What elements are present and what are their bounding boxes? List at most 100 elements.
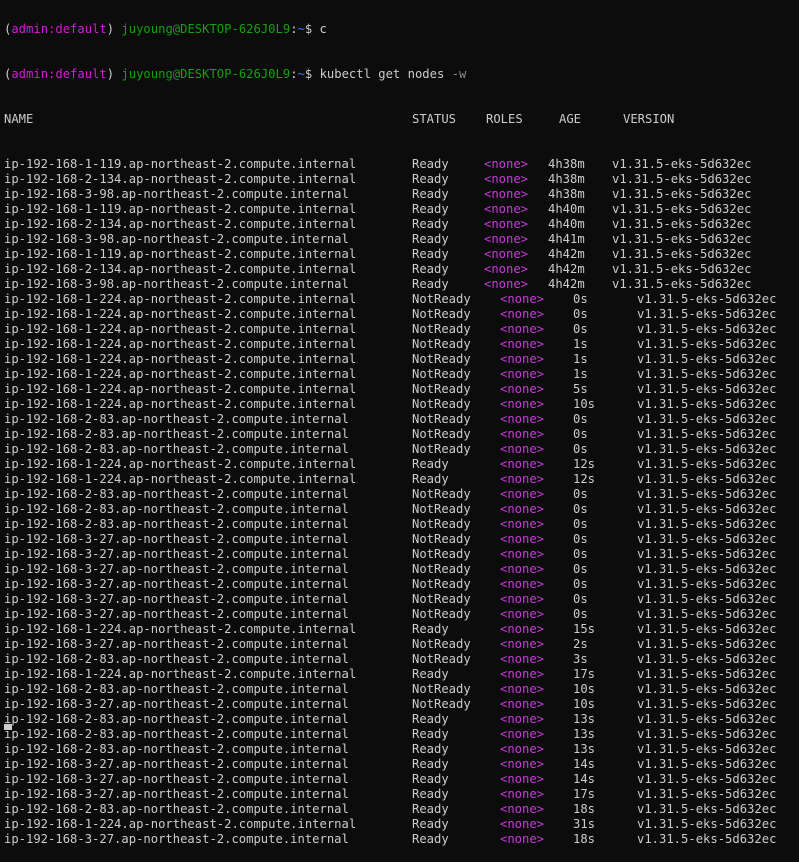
node-name-cell: ip-192-168-1-224.ap-northeast-2.compute.… <box>4 292 357 306</box>
node-roles-cell: <none> <box>500 367 545 381</box>
node-name-cell: ip-192-168-3-27.ap-northeast-2.compute.i… <box>4 562 349 576</box>
node-status-cell: Ready <box>412 832 449 846</box>
node-name-cell: ip-192-168-1-224.ap-northeast-2.compute.… <box>4 307 357 321</box>
prompt-user-host: juyoung@DESKTOP-626J0L9 <box>121 22 291 36</box>
node-name-cell: ip-192-168-1-224.ap-northeast-2.compute.… <box>4 367 357 381</box>
node-status-cell: NotReady <box>412 412 471 426</box>
table-row: ip-192-168-1-224.ap-northeast-2.compute.… <box>0 457 799 472</box>
node-roles-cell: <none> <box>500 697 545 711</box>
node-name-cell: ip-192-168-2-83.ap-northeast-2.compute.i… <box>4 652 349 666</box>
node-version-cell: v1.31.5-eks-5d632ec <box>612 172 752 186</box>
table-row: ip-192-168-2-83.ap-northeast-2.compute.i… <box>0 802 799 817</box>
table-row: ip-192-168-3-27.ap-northeast-2.compute.i… <box>0 772 799 787</box>
table-row: ip-192-168-1-224.ap-northeast-2.compute.… <box>0 322 799 337</box>
node-name-cell: ip-192-168-2-134.ap-northeast-2.compute.… <box>4 262 357 276</box>
env-name: admin:default <box>11 22 107 36</box>
node-age-cell: 10s <box>573 697 596 711</box>
table-row: ip-192-168-3-27.ap-northeast-2.compute.i… <box>0 637 799 652</box>
node-status-cell: Ready <box>412 232 449 246</box>
node-roles-cell: <none> <box>500 757 545 771</box>
node-age-cell: 3s <box>573 652 588 666</box>
node-status-cell: NotReady <box>412 307 471 321</box>
node-age-cell: 0s <box>573 442 588 456</box>
node-roles-cell: <none> <box>484 187 529 201</box>
node-name-cell: ip-192-168-2-83.ap-northeast-2.compute.i… <box>4 727 349 741</box>
node-status-cell: Ready <box>412 712 449 726</box>
node-version-cell: v1.31.5-eks-5d632ec <box>637 352 777 366</box>
node-name-cell: ip-192-168-2-83.ap-northeast-2.compute.i… <box>4 442 349 456</box>
node-version-cell: v1.31.5-eks-5d632ec <box>612 217 752 231</box>
node-status-cell: Ready <box>412 457 449 471</box>
node-version-cell: v1.31.5-eks-5d632ec <box>637 727 777 741</box>
node-roles-cell: <none> <box>500 352 545 366</box>
node-version-cell: v1.31.5-eks-5d632ec <box>612 247 752 261</box>
header-age: AGE <box>559 112 582 126</box>
node-version-cell: v1.31.5-eks-5d632ec <box>637 532 777 546</box>
node-roles-cell: <none> <box>500 502 545 516</box>
node-name-cell: ip-192-168-3-27.ap-northeast-2.compute.i… <box>4 637 349 651</box>
table-row: ip-192-168-2-83.ap-northeast-2.compute.i… <box>0 682 799 697</box>
node-roles-cell: <none> <box>500 682 545 696</box>
node-status-cell: NotReady <box>412 352 471 366</box>
node-status-cell: NotReady <box>412 397 471 411</box>
node-age-cell: 10s <box>573 682 596 696</box>
node-status-cell: Ready <box>412 772 449 786</box>
node-name-cell: ip-192-168-1-119.ap-northeast-2.compute.… <box>4 157 357 171</box>
node-status-cell: NotReady <box>412 292 471 306</box>
node-status-cell: NotReady <box>412 427 471 441</box>
env-open-paren: ( <box>4 67 12 81</box>
table-row: ip-192-168-3-98.ap-northeast-2.compute.i… <box>0 187 799 202</box>
env-name: admin:default <box>11 67 107 81</box>
node-name-cell: ip-192-168-2-134.ap-northeast-2.compute.… <box>4 172 357 186</box>
node-roles-cell: <none> <box>500 712 545 726</box>
node-version-cell: v1.31.5-eks-5d632ec <box>637 412 777 426</box>
node-roles-cell: <none> <box>484 277 529 291</box>
command-flag: -w <box>451 67 467 81</box>
node-age-cell: 4h40m <box>548 217 585 231</box>
node-version-cell: v1.31.5-eks-5d632ec <box>637 367 777 381</box>
table-row: ip-192-168-3-27.ap-northeast-2.compute.i… <box>0 592 799 607</box>
node-name-cell: ip-192-168-1-224.ap-northeast-2.compute.… <box>4 457 357 471</box>
header-status: STATUS <box>412 112 457 126</box>
node-roles-cell: <none> <box>500 322 545 336</box>
node-age-cell: 4h42m <box>548 277 585 291</box>
node-name-cell: ip-192-168-1-224.ap-northeast-2.compute.… <box>4 472 357 486</box>
node-name-cell: ip-192-168-3-27.ap-northeast-2.compute.i… <box>4 787 349 801</box>
node-roles-cell: <none> <box>500 802 545 816</box>
node-version-cell: v1.31.5-eks-5d632ec <box>637 547 777 561</box>
node-age-cell: 0s <box>573 532 588 546</box>
node-age-cell: 2s <box>573 637 588 651</box>
node-status-cell: Ready <box>412 787 449 801</box>
node-status-cell: NotReady <box>412 367 471 381</box>
node-roles-cell: <none> <box>484 202 529 216</box>
node-age-cell: 4h42m <box>548 262 585 276</box>
node-version-cell: v1.31.5-eks-5d632ec <box>637 637 777 651</box>
node-age-cell: 10s <box>573 397 596 411</box>
node-name-cell: ip-192-168-3-27.ap-northeast-2.compute.i… <box>4 832 349 846</box>
node-name-cell: ip-192-168-3-27.ap-northeast-2.compute.i… <box>4 697 349 711</box>
node-status-cell: NotReady <box>412 547 471 561</box>
terminal-window[interactable]: (admin:default) juyoung@DESKTOP-626J0L9:… <box>0 0 799 862</box>
node-roles-cell: <none> <box>500 622 545 636</box>
node-roles-cell: <none> <box>500 472 545 486</box>
table-row: ip-192-168-3-98.ap-northeast-2.compute.i… <box>0 277 799 292</box>
node-roles-cell: <none> <box>500 652 545 666</box>
node-status-cell: Ready <box>412 172 449 186</box>
node-name-cell: ip-192-168-3-27.ap-northeast-2.compute.i… <box>4 547 349 561</box>
node-version-cell: v1.31.5-eks-5d632ec <box>612 187 752 201</box>
command-line: (admin:default) juyoung@DESKTOP-626J0L9:… <box>0 67 799 82</box>
node-age-cell: 12s <box>573 457 596 471</box>
node-status-cell: NotReady <box>412 637 471 651</box>
node-roles-cell: <none> <box>500 442 545 456</box>
node-age-cell: 14s <box>573 772 596 786</box>
node-name-cell: ip-192-168-3-27.ap-northeast-2.compute.i… <box>4 772 349 786</box>
node-name-cell: ip-192-168-1-224.ap-northeast-2.compute.… <box>4 352 357 366</box>
node-roles-cell: <none> <box>500 397 545 411</box>
node-age-cell: 13s <box>573 742 596 756</box>
node-age-cell: 31s <box>573 817 596 831</box>
node-age-cell: 0s <box>573 607 588 621</box>
node-roles-cell: <none> <box>500 292 545 306</box>
table-row: ip-192-168-3-27.ap-northeast-2.compute.i… <box>0 532 799 547</box>
node-age-cell: 4h38m <box>548 157 585 171</box>
node-status-cell: Ready <box>412 667 449 681</box>
